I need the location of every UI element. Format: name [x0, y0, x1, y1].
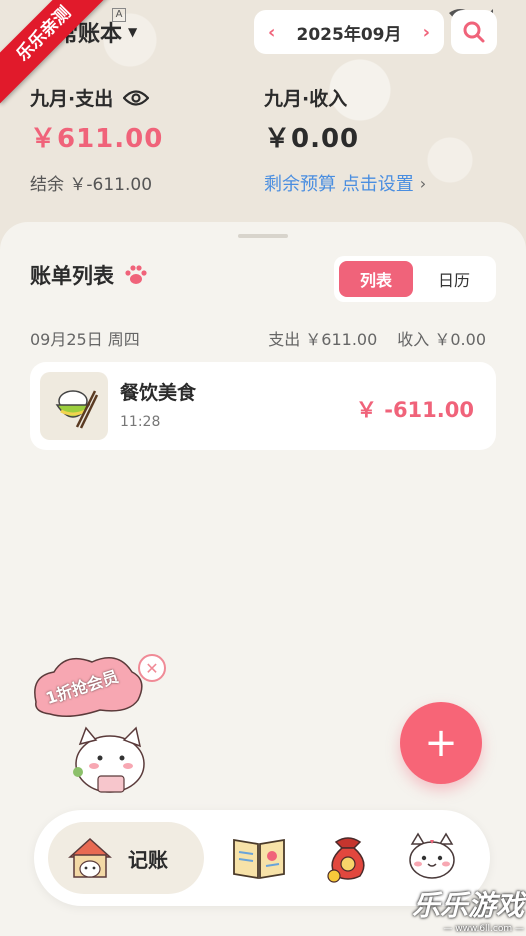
income-summary-label: 九月·收入 [264, 88, 348, 110]
bill-record[interactable]: 餐饮美食 11:28 ￥ -611.00 [30, 362, 496, 450]
chevron-right-icon[interactable]: › [423, 22, 430, 43]
income-amount: ￥0.00 [264, 124, 360, 154]
day-header: 09月25日 周四 支出 ￥611.00 收入 ￥0.00 [30, 326, 486, 350]
tab-list-view[interactable]: 列表 [339, 261, 413, 297]
record-category: 餐饮美食 [120, 382, 197, 404]
rice-bowl-icon [40, 372, 108, 440]
cat-face-icon [409, 832, 455, 879]
money-bag-icon [327, 837, 365, 883]
budget-link[interactable]: 剩余预算 点击设置 › [264, 170, 426, 196]
add-record-button[interactable]: + [400, 702, 482, 784]
tab-bookkeeping[interactable]: 记账 [48, 822, 204, 894]
day-expense-total: 支出 ￥611.00 [268, 330, 378, 349]
expense-amount: ￥611.00 [30, 124, 164, 154]
close-icon[interactable]: ✕ [138, 654, 166, 682]
search-button[interactable] [451, 10, 497, 54]
chevron-left-icon[interactable]: ‹ [268, 22, 275, 43]
day-income-total: 收入 ￥0.00 [397, 330, 486, 349]
watermark-logo: 乐乐游戏 — www.6ll.com — [412, 884, 524, 934]
chevron-right-icon: › [419, 173, 427, 193]
balance-text: 结余 ￥-611.00 [30, 175, 153, 195]
day-date: 09月25日 周四 [30, 330, 140, 349]
search-icon [463, 21, 485, 43]
record-amount: ￥ -611.00 [355, 398, 474, 422]
tab-calendar-view[interactable]: 日历 [417, 261, 491, 297]
eye-icon[interactable] [123, 89, 150, 107]
month-picker[interactable]: ‹ 2025年09月 › [254, 10, 444, 54]
tab-ledger[interactable] [230, 832, 286, 884]
house-cat-icon [68, 837, 112, 878]
plus-icon: + [424, 720, 458, 766]
bill-list-title: 账单列表 [30, 260, 148, 290]
tab-profile[interactable] [404, 832, 460, 884]
caret-down-icon: ▼ [128, 25, 138, 39]
expense-summary-label: 九月·支出 [30, 84, 150, 111]
view-toggle: 列表 日历 [334, 256, 496, 302]
paw-icon [125, 265, 147, 284]
tab-label: 记账 [128, 847, 168, 872]
record-time: 11:28 [120, 414, 161, 430]
drag-handle[interactable] [238, 234, 288, 238]
watermark-site-name: 乐乐游戏 [412, 889, 525, 922]
tab-assets[interactable] [322, 832, 378, 884]
watermark-site-url: — www.6ll.com — [443, 924, 524, 934]
book-icon [233, 838, 285, 880]
month-label: 2025年09月 [296, 24, 402, 45]
